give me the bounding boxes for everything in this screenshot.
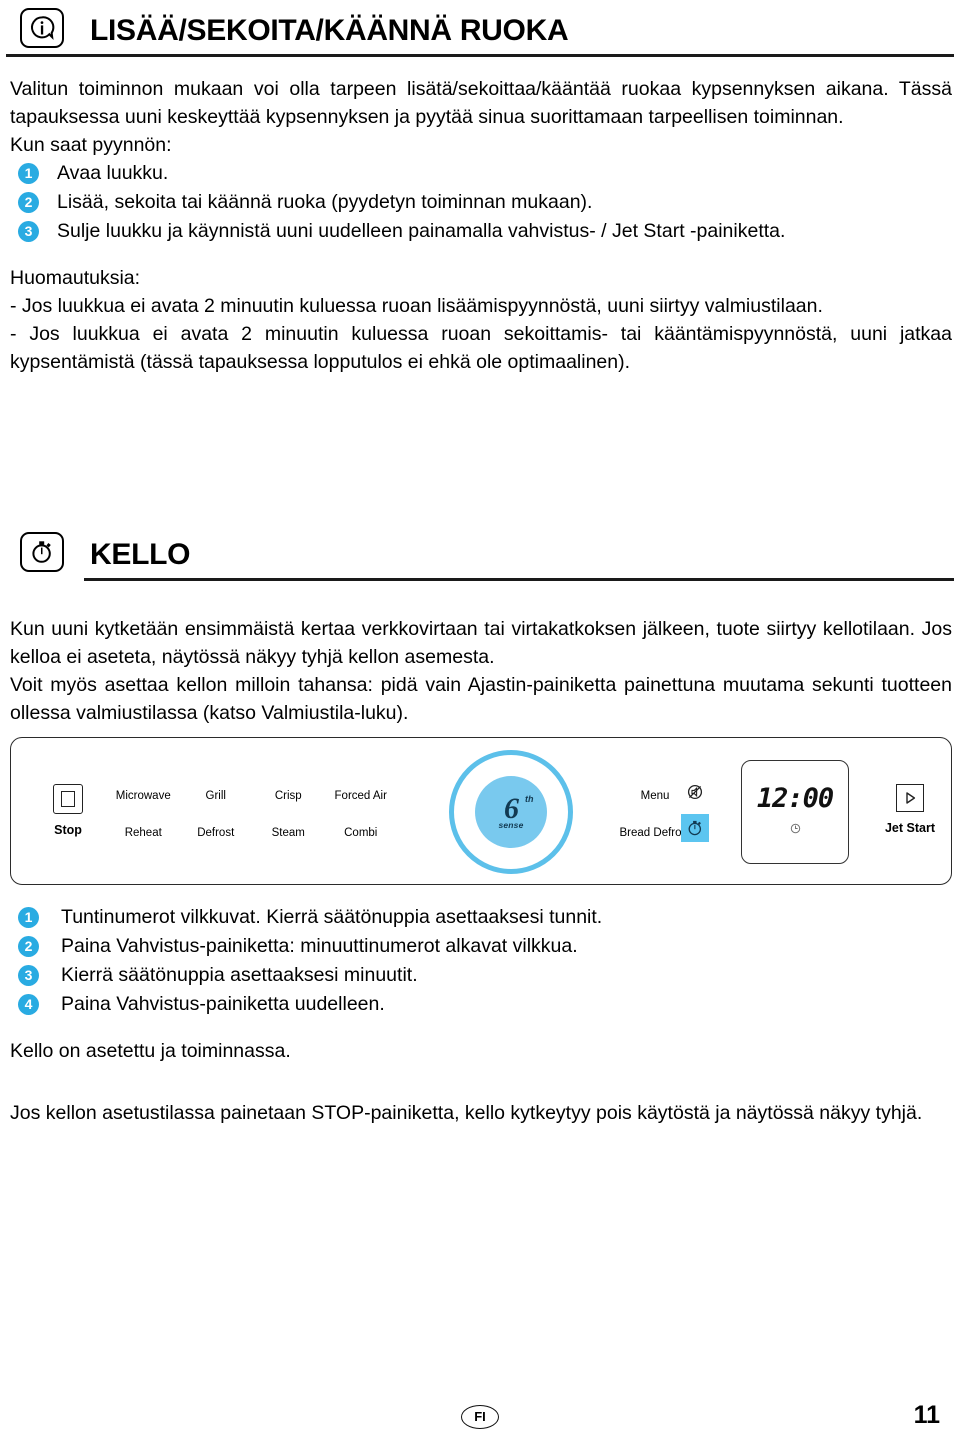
clock-paragraph-2: Voit myös asettaa kellon milloin tahansa… <box>10 674 952 724</box>
function-crisp[interactable]: Crisp <box>252 790 325 802</box>
clock-final-note: Jos kellon asetustilassa painetaan STOP-… <box>10 1102 923 1124</box>
step-badge: 3 <box>18 965 39 986</box>
food-steps-list: 1 Avaa luukku. 2 Lisää, sekoita tai kään… <box>6 159 954 245</box>
clock-paragraph-1: Kun uuni kytketään ensimmäistä kertaa ve… <box>10 618 952 668</box>
list-item: 2 Paina Vahvistus-painiketta: minuuttinu… <box>6 932 954 960</box>
step-text: Paina Vahvistus-painiketta uudelleen. <box>61 993 385 1015</box>
jet-start-label: Jet Start <box>884 821 936 835</box>
list-item: 3 Sulje luukku ja käynnistä uuni uudelle… <box>6 217 954 245</box>
sixth-sense-knob[interactable]: 6 th sense <box>449 750 573 874</box>
knob-wordmark: sense <box>498 820 524 831</box>
clock-steps-list: 1 Tuntinumerot vilkkuvat. Kierrä säätönu… <box>6 903 954 1018</box>
page-title: LISÄÄ/SEKOITA/KÄÄNNÄ RUOKA <box>90 14 569 47</box>
page-footer: FI 11 <box>0 1399 960 1439</box>
function-row-bottom: Reheat Defrost Steam Combi <box>107 827 397 839</box>
clock-closing-line: Kello on asetettu ja toiminnassa. <box>10 1040 291 1062</box>
note-line-1: - Jos luukkua ei avata 2 minuutin kulues… <box>10 295 823 317</box>
section-header-clock: KELLO <box>6 524 954 572</box>
function-microwave[interactable]: Microwave <box>107 790 180 802</box>
function-grill[interactable]: Grill <box>180 790 253 802</box>
play-triangle-icon <box>896 784 924 812</box>
intro-paragraph: Valitun toiminnon mukaan voi olla tarpee… <box>10 78 952 128</box>
section-header-food: LISÄÄ/SEKOITA/KÄÄNNÄ RUOKA <box>6 0 954 48</box>
clock-indicator-icon <box>790 821 801 839</box>
step-badge: 4 <box>18 994 39 1015</box>
stop-square-inner <box>61 791 75 807</box>
list-item: 1 Avaa luukku. <box>6 159 954 187</box>
step-badge: 1 <box>18 907 39 928</box>
function-forced-air[interactable]: Forced Air <box>325 790 398 802</box>
function-reheat[interactable]: Reheat <box>107 827 180 839</box>
language-badge: FI <box>461 1405 499 1429</box>
step-text: Paina Vahvistus-painiketta: minuuttinume… <box>61 935 578 957</box>
knob-inner-disc: 6 th sense <box>475 776 547 848</box>
note-line-2: - Jos luukkua ei avata 2 minuutin kulues… <box>10 323 952 373</box>
function-row-top: Microwave Grill Crisp Forced Air <box>107 790 397 802</box>
lcd-display: 12:00 <box>741 760 849 864</box>
step-badge: 3 <box>18 221 39 242</box>
step-text: Sulje luukku ja käynnistä uuni uudelleen… <box>57 220 786 242</box>
panel-icon-column <box>679 782 711 842</box>
sound-off-icon[interactable] <box>679 782 711 802</box>
stopwatch-icon <box>20 532 64 572</box>
step-text: Kierrä säätönuppia asettaaksesi minuutit… <box>61 964 418 986</box>
display-time: 12:00 <box>756 783 834 814</box>
timer-stopwatch-icon[interactable] <box>681 814 709 842</box>
stop-button[interactable]: Stop <box>41 784 95 837</box>
function-defrost[interactable]: Defrost <box>180 827 253 839</box>
sixth-sense-logo: 6 th sense <box>498 794 533 831</box>
notes-title: Huomautuksia: <box>10 267 141 289</box>
function-labels: Microwave Grill Crisp Forced Air Reheat … <box>107 790 397 839</box>
section-title-clock: KELLO <box>90 538 191 571</box>
step-badge: 1 <box>18 163 39 184</box>
document-page: LISÄÄ/SEKOITA/KÄÄNNÄ RUOKA Valitun toimi… <box>0 0 960 1447</box>
page-number: 11 <box>913 1401 940 1429</box>
stop-label: Stop <box>54 823 82 837</box>
control-panel-diagram: Stop Microwave Grill Crisp Forced Air Re… <box>10 737 952 885</box>
list-item: 4 Paina Vahvistus-painiketta uudelleen. <box>6 990 954 1018</box>
prompt-line: Kun saat pyynnön: <box>10 134 172 156</box>
knob-superscript: th <box>525 794 534 805</box>
list-item: 2 Lisää, sekoita tai käännä ruoka (pyyde… <box>6 188 954 216</box>
step-text: Avaa luukku. <box>57 162 169 184</box>
jet-start-button[interactable]: Jet Start <box>877 784 943 835</box>
step-badge: 2 <box>18 192 39 213</box>
list-item: 1 Tuntinumerot vilkkuvat. Kierrä säätönu… <box>6 903 954 931</box>
step-text: Tuntinumerot vilkkuvat. Kierrä säätönupp… <box>61 906 603 928</box>
stop-square-icon <box>53 784 83 814</box>
function-combi[interactable]: Combi <box>325 827 398 839</box>
list-item: 3 Kierrä säätönuppia asettaaksesi minuut… <box>6 961 954 989</box>
info-icon <box>20 8 64 48</box>
step-badge: 2 <box>18 936 39 957</box>
function-steam[interactable]: Steam <box>252 827 325 839</box>
step-text: Lisää, sekoita tai käännä ruoka (pyydety… <box>57 191 593 213</box>
